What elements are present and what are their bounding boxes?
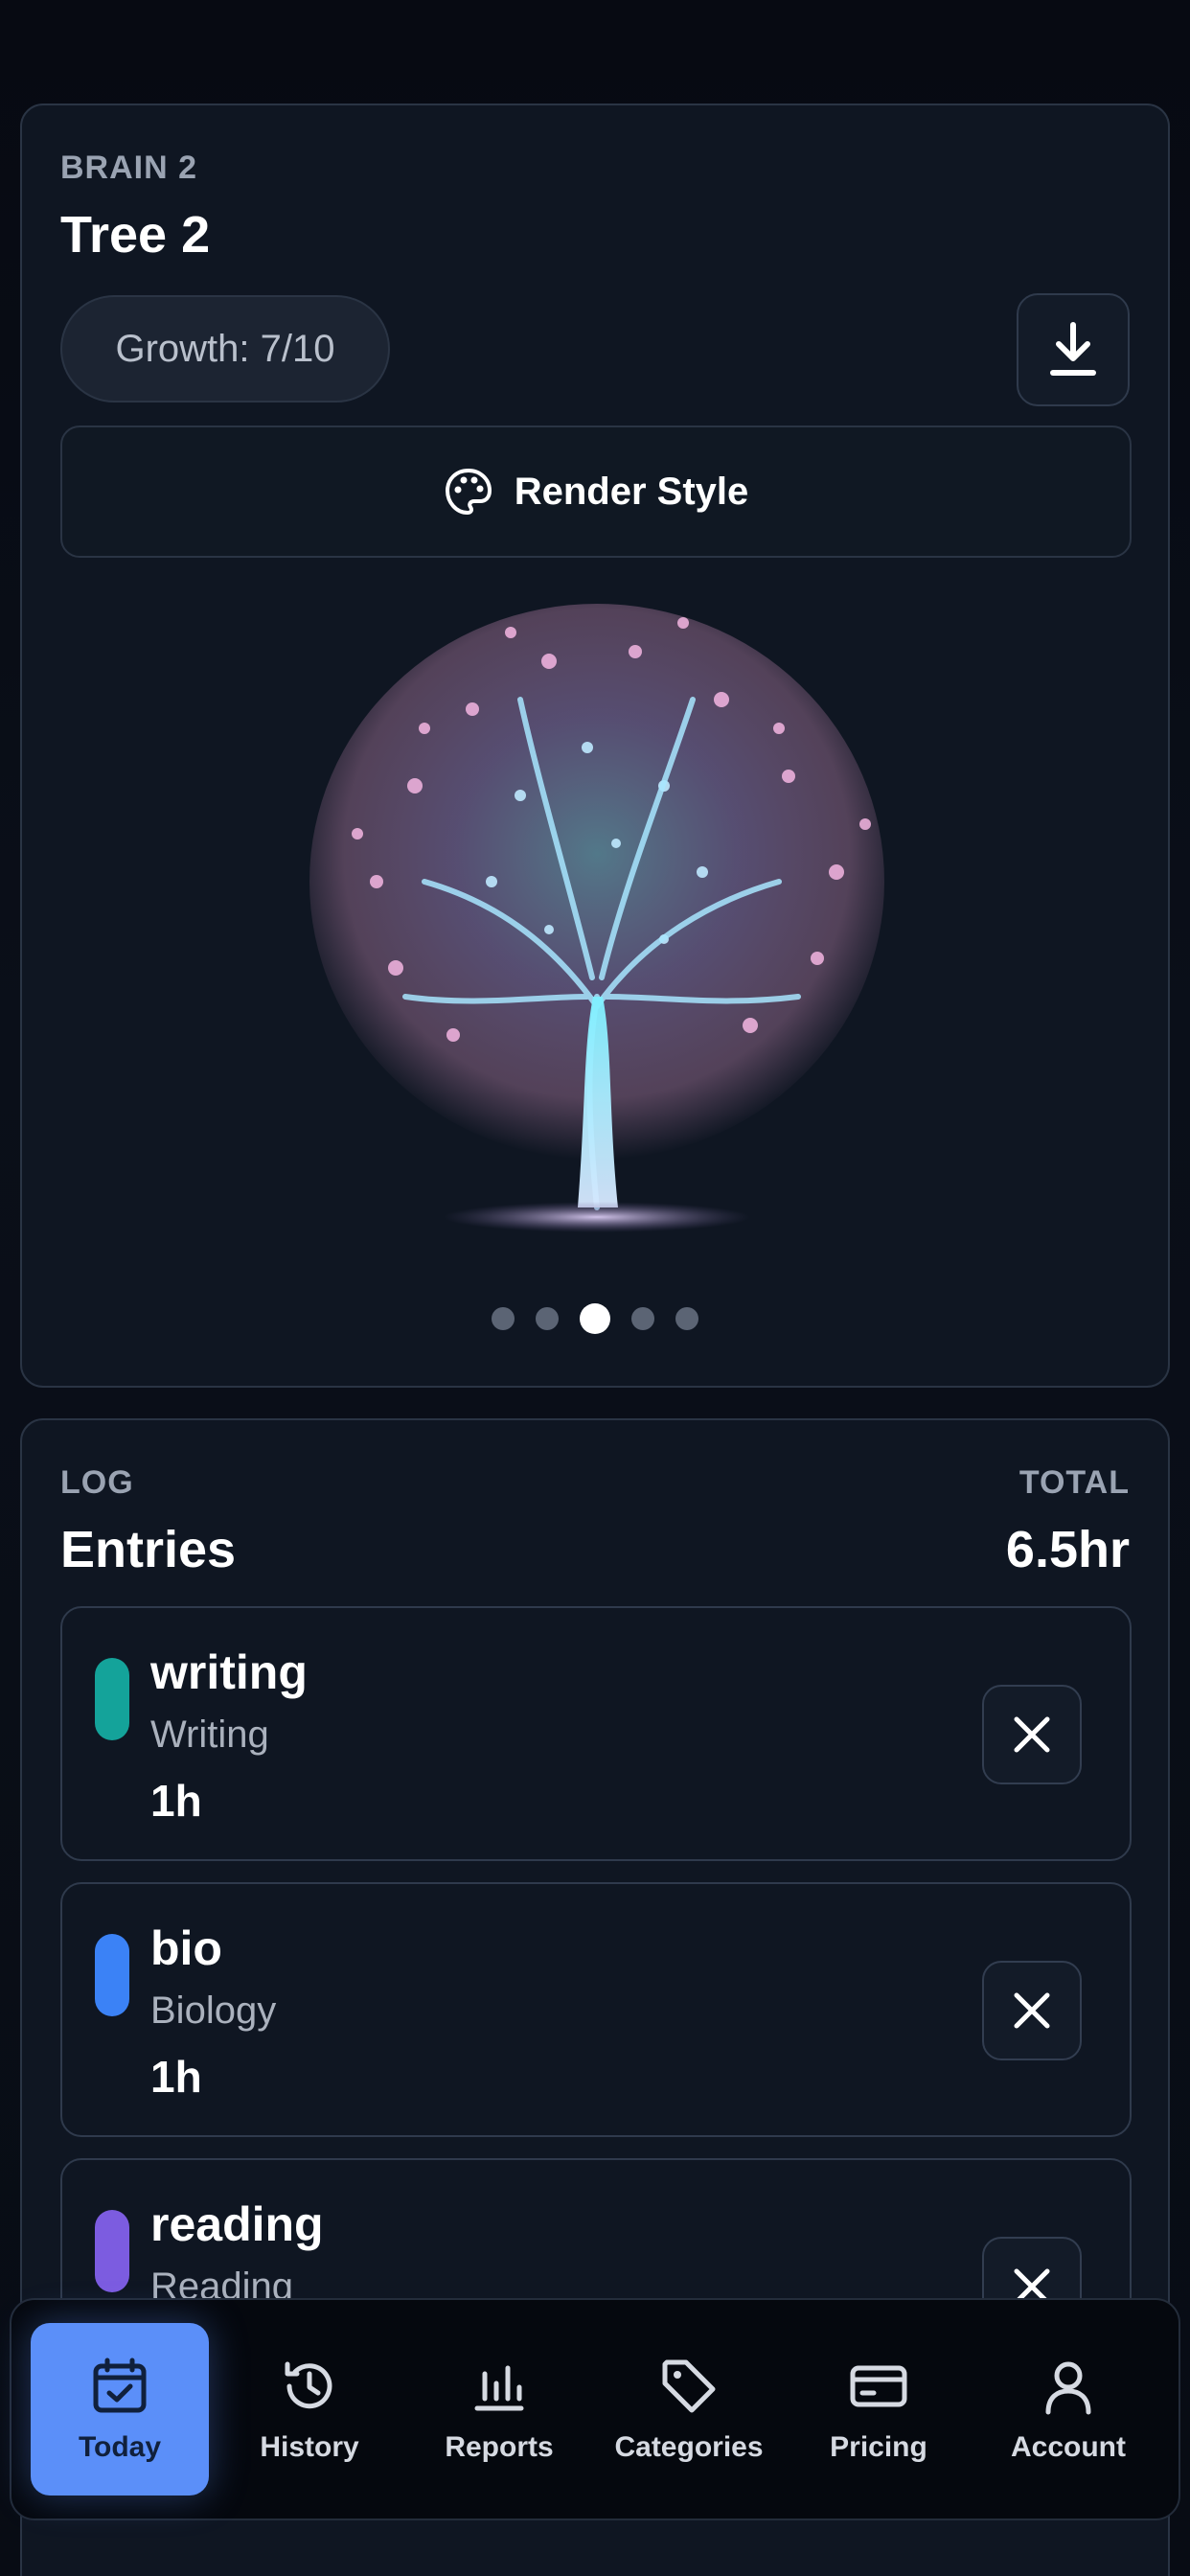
entry-item[interactable]: writing Writing 1h — [60, 1606, 1132, 1861]
entry-hours: 1h — [150, 2052, 202, 2102]
download-icon — [1050, 322, 1096, 376]
close-icon — [1014, 1716, 1050, 1753]
tree-illustration — [309, 604, 884, 1232]
tab-pricing[interactable]: Pricing — [784, 2323, 973, 2496]
log-label: LOG — [60, 1464, 134, 1501]
tab-history[interactable]: History — [215, 2323, 404, 2496]
download-button[interactable] — [1017, 293, 1130, 406]
render-style-button[interactable]: Render Style — [60, 426, 1132, 558]
category-color-bar — [95, 1934, 129, 2016]
palette-icon — [445, 468, 492, 516]
bar-chart-icon — [474, 2365, 524, 2411]
bottom-tab-bar: Today History Reports Categories Pricing… — [10, 2298, 1180, 2520]
entry-category: Writing — [150, 1714, 269, 1756]
entry-name: bio — [150, 1921, 222, 1975]
tab-account[interactable]: Account — [973, 2323, 1163, 2496]
tab-categories[interactable]: Categories — [594, 2323, 784, 2496]
entry-name: writing — [150, 1645, 308, 1699]
tab-label: History — [260, 2431, 359, 2463]
carousel-dot[interactable] — [536, 1307, 559, 1330]
tab-label: Categories — [614, 2431, 764, 2463]
carousel-dots — [22, 1303, 1168, 1334]
category-color-bar — [95, 1658, 129, 1740]
tab-label: Today — [78, 2431, 162, 2463]
history-icon — [285, 2361, 332, 2409]
tab-label: Account — [1011, 2431, 1126, 2463]
tab-today[interactable]: Today — [31, 2323, 209, 2496]
entry-item[interactable]: bio Biology 1h — [60, 1882, 1132, 2137]
remove-entry-button[interactable] — [982, 1961, 1082, 2060]
carousel-dot-active[interactable] — [580, 1303, 610, 1334]
tag-icon — [662, 2359, 716, 2413]
carousel-dot[interactable] — [492, 1307, 515, 1330]
credit-card-icon — [850, 2365, 907, 2407]
tree-title: Tree 2 — [60, 206, 211, 264]
render-style-label: Render Style — [514, 470, 749, 513]
tab-label: Pricing — [830, 2431, 927, 2463]
total-value: 6.5hr — [1005, 1521, 1130, 1578]
entry-name: reading — [150, 2197, 324, 2251]
category-color-bar — [95, 2210, 129, 2292]
total-label: TOTAL — [1018, 1464, 1130, 1501]
remove-entry-button[interactable] — [982, 1685, 1082, 1784]
tab-reports[interactable]: Reports — [404, 2323, 594, 2496]
tab-label: Reports — [445, 2431, 554, 2463]
carousel-dot[interactable] — [631, 1307, 654, 1330]
today-screen: BRAIN 2 Tree 2 Growth: 7/10 Render Style — [0, 0, 1190, 2576]
carousel-dot[interactable] — [675, 1307, 698, 1330]
entry-category: Biology — [150, 1990, 277, 2032]
tree-card: BRAIN 2 Tree 2 Growth: 7/10 Render Style — [20, 104, 1170, 1388]
calendar-check-icon — [93, 2358, 147, 2413]
growth-badge: Growth: 7/10 — [60, 295, 390, 402]
brain-label: BRAIN 2 — [60, 150, 198, 186]
user-icon — [1045, 2361, 1091, 2415]
entries-title: Entries — [60, 1521, 237, 1578]
close-icon — [1014, 1992, 1050, 2029]
entry-hours: 1h — [150, 1776, 202, 1826]
